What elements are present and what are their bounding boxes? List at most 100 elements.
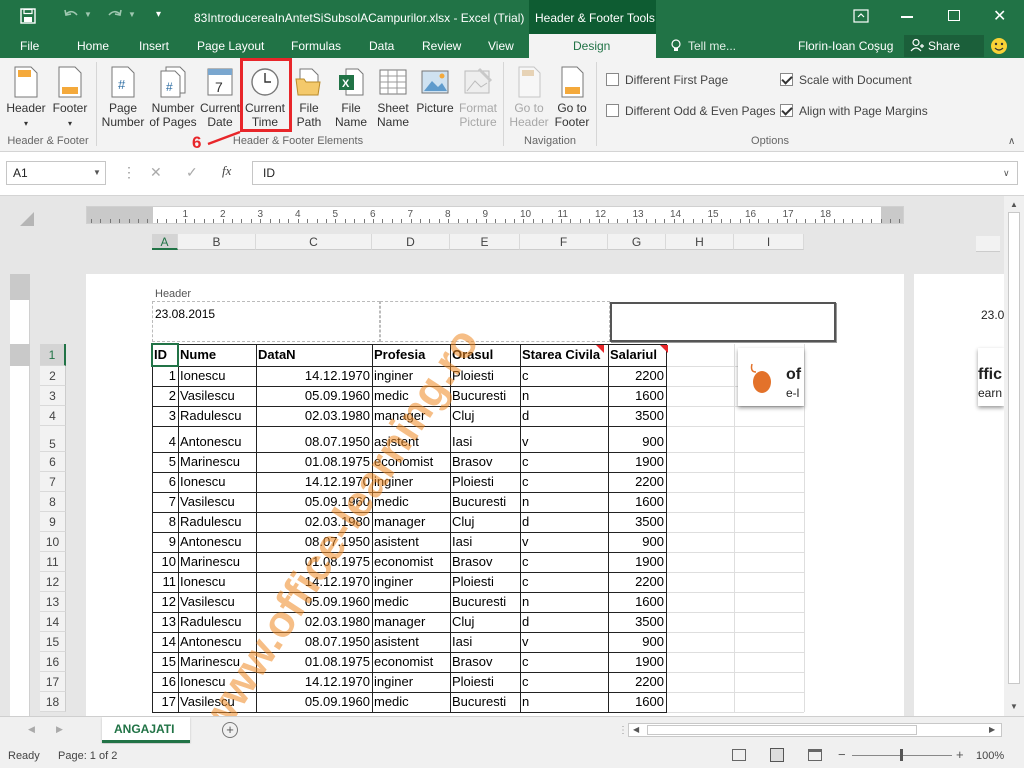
collapse-ribbon-icon[interactable]: ∧: [1008, 136, 1015, 147]
table-cell[interactable]: Ploiesti: [450, 366, 520, 386]
table-cell[interactable]: 08.07.1950: [256, 532, 372, 552]
tab-home[interactable]: Home: [77, 34, 109, 58]
table-cell[interactable]: 01.08.1975: [256, 452, 372, 472]
table-cell[interactable]: n: [520, 386, 608, 406]
table-cell[interactable]: manager: [372, 612, 450, 632]
redo-icon[interactable]: [106, 7, 124, 25]
table-cell[interactable]: c: [520, 552, 608, 572]
formula-input[interactable]: ID ∨: [252, 161, 1018, 185]
table-cell[interactable]: 17: [152, 692, 178, 712]
format-picture-button[interactable]: Format Picture: [456, 62, 500, 140]
comment-indicator-icon[interactable]: [660, 345, 668, 353]
table-cell[interactable]: 1600: [608, 692, 666, 712]
column-header-c[interactable]: C: [256, 234, 372, 250]
table-cell[interactable]: 05.09.1960: [256, 492, 372, 512]
sheet-tab-angajati[interactable]: ANGAJATI: [102, 717, 190, 743]
table-cell[interactable]: manager: [372, 406, 450, 426]
sheet-name-button[interactable]: Sheet Name: [374, 62, 412, 140]
name-box[interactable]: A1 ▼: [6, 161, 106, 185]
column-header-i[interactable]: I: [734, 234, 804, 250]
table-cell[interactable]: 11: [152, 572, 178, 592]
header-button[interactable]: Header ▾: [4, 62, 48, 140]
share-button[interactable]: Share: [904, 35, 984, 57]
column-header-f[interactable]: F: [520, 234, 608, 250]
header-left-section[interactable]: 23.08.2015: [152, 301, 380, 342]
table-cell[interactable]: 13: [152, 612, 178, 632]
close-icon[interactable]: ✕: [993, 6, 1006, 26]
table-cell[interactable]: Cluj: [450, 512, 520, 532]
table-cell[interactable]: 14.12.1970: [256, 572, 372, 592]
table-cell[interactable]: Vasilescu: [178, 386, 256, 406]
table-cell[interactable]: Vasilescu: [178, 592, 256, 612]
table-cell[interactable]: c: [520, 452, 608, 472]
table-cell[interactable]: 1: [152, 366, 178, 386]
table-cell[interactable]: Brasov: [450, 452, 520, 472]
table-cell[interactable]: d: [520, 612, 608, 632]
go-to-header-button[interactable]: Go to Header: [508, 62, 550, 140]
vertical-scrollbar[interactable]: ▲ ▼: [1004, 196, 1024, 716]
table-cell[interactable]: Iasi: [450, 632, 520, 652]
align-margins-checkbox[interactable]: Align with Page Margins: [780, 104, 928, 118]
table-header-cell[interactable]: Orasul: [450, 345, 520, 365]
table-cell[interactable]: medic: [372, 386, 450, 406]
page-layout-view-icon[interactable]: [770, 748, 784, 762]
table-cell[interactable]: 02.03.1980: [256, 512, 372, 532]
table-cell[interactable]: asistent: [372, 432, 450, 452]
table-cell[interactable]: 2200: [608, 366, 666, 386]
table-cell[interactable]: Ionescu: [178, 672, 256, 692]
minimize-icon[interactable]: [901, 16, 913, 18]
new-sheet-icon[interactable]: +: [222, 722, 238, 738]
table-cell[interactable]: Ploiesti: [450, 672, 520, 692]
table-cell[interactable]: 10: [152, 552, 178, 572]
table-cell[interactable]: 900: [608, 532, 666, 552]
table-cell[interactable]: c: [520, 472, 608, 492]
table-cell[interactable]: Marinescu: [178, 652, 256, 672]
table-cell[interactable]: Cluj: [450, 612, 520, 632]
table-cell[interactable]: manager: [372, 512, 450, 532]
footer-button[interactable]: Footer ▾: [50, 62, 90, 140]
row-header[interactable]: 5: [40, 426, 66, 452]
table-cell[interactable]: 900: [608, 432, 666, 452]
column-header-h[interactable]: H: [666, 234, 734, 250]
tell-me-search[interactable]: Tell me...: [688, 34, 736, 58]
row-header[interactable]: 11: [40, 552, 66, 572]
page-number-button[interactable]: # Page Number: [100, 62, 146, 140]
comment-indicator-icon[interactable]: [596, 345, 604, 353]
tab-split-dots-icon[interactable]: ⋮: [618, 725, 628, 736]
table-cell[interactable]: 6: [152, 472, 178, 492]
row-header[interactable]: 8: [40, 492, 66, 512]
name-box-dropdown-icon[interactable]: ▼: [93, 168, 101, 177]
table-header-cell[interactable]: Profesia: [372, 345, 450, 365]
table-cell[interactable]: inginer: [372, 572, 450, 592]
different-first-page-checkbox[interactable]: Different First Page: [606, 73, 728, 87]
normal-view-icon[interactable]: [732, 749, 746, 761]
zoom-slider-thumb[interactable]: [900, 749, 903, 761]
row-header[interactable]: 2: [40, 366, 66, 386]
row-header[interactable]: 13: [40, 592, 66, 612]
insert-function-icon[interactable]: fx: [222, 163, 231, 179]
table-cell[interactable]: Radulescu: [178, 512, 256, 532]
user-name[interactable]: Florin-Ioan Coşug: [798, 34, 893, 58]
table-cell[interactable]: 1900: [608, 452, 666, 472]
column-header-a[interactable]: A: [152, 234, 178, 250]
table-cell[interactable]: n: [520, 592, 608, 612]
table-cell[interactable]: 15: [152, 652, 178, 672]
table-cell[interactable]: 1600: [608, 386, 666, 406]
table-header-cell[interactable]: DataN: [256, 345, 372, 365]
table-cell[interactable]: v: [520, 632, 608, 652]
expand-formula-bar-icon[interactable]: ∨: [1003, 168, 1010, 179]
row-header[interactable]: 12: [40, 572, 66, 592]
row-header[interactable]: 17: [40, 672, 66, 692]
tab-view[interactable]: View: [488, 34, 514, 58]
zoom-level[interactable]: 100%: [976, 750, 1004, 762]
table-cell[interactable]: 14: [152, 632, 178, 652]
table-cell[interactable]: Ploiesti: [450, 472, 520, 492]
next-sheet-icon[interactable]: ▶: [56, 724, 63, 735]
table-cell[interactable]: 8: [152, 512, 178, 532]
table-cell[interactable]: 05.09.1960: [256, 692, 372, 712]
save-icon[interactable]: [20, 8, 36, 24]
table-cell[interactable]: Antonescu: [178, 532, 256, 552]
table-cell[interactable]: 4: [152, 432, 178, 452]
row-header[interactable]: 3: [40, 386, 66, 406]
table-cell[interactable]: 14.12.1970: [256, 366, 372, 386]
